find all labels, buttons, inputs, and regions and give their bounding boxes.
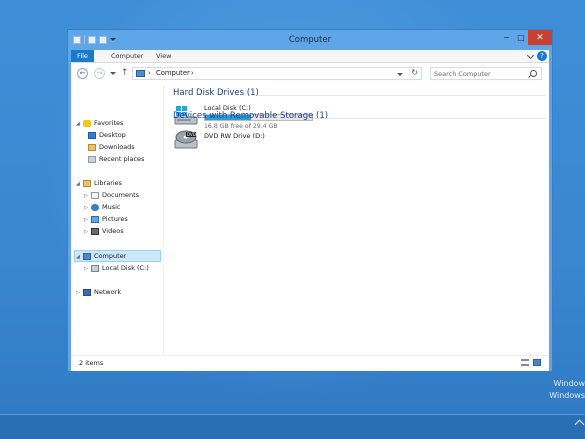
drive-name: DVD RW Drive (D:) (204, 132, 265, 140)
expanded-icon[interactable]: ◢ (76, 252, 83, 262)
address-dropdown-icon[interactable] (397, 73, 403, 76)
group-divider (313, 118, 545, 119)
network-icon (83, 288, 91, 296)
nav-item-recent-places[interactable]: Recent places (88, 154, 144, 164)
back-arrow-icon[interactable]: ← (77, 68, 88, 79)
ribbon: File Computer View ? (71, 50, 549, 63)
folder-icon (83, 179, 91, 187)
item-count: 2 items (79, 359, 104, 367)
collapsed-icon[interactable]: ▷ (84, 191, 91, 201)
explorer-body: ◢ Favorites Desktop Downloads Recent plac… (71, 85, 549, 355)
recent-places-icon (88, 155, 96, 163)
title-bar[interactable]: Computer − □ ✕ (68, 30, 552, 50)
status-bar: 2 items (71, 355, 549, 371)
desktop-icon (88, 131, 96, 139)
address-bar[interactable]: › Computer › ↻ (132, 67, 422, 80)
nav-network[interactable]: ▷ Network (76, 287, 121, 297)
nav-item-downloads[interactable]: Downloads (88, 142, 135, 152)
navigation-pane: ◢ Favorites Desktop Downloads Recent plac… (71, 85, 164, 355)
expand-ribbon-icon[interactable] (526, 51, 535, 60)
watermark-line-2: Windows (549, 391, 585, 400)
nav-item-music[interactable]: ▷ Music (84, 202, 121, 212)
videos-icon (91, 227, 99, 235)
nav-item-label: Music (102, 203, 121, 211)
nav-computer-label: Computer (94, 252, 127, 260)
star-icon (83, 119, 91, 127)
group-heading-hard-disks[interactable]: Hard Disk Drives (1) (173, 88, 259, 98)
search-icon[interactable] (530, 70, 537, 77)
breadcrumb-computer[interactable]: Computer (156, 69, 190, 77)
large-icons-view-icon[interactable] (533, 359, 541, 366)
maximize-button[interactable]: □ (514, 30, 528, 45)
breadcrumb-separator[interactable]: › (148, 69, 151, 77)
drive-dvd[interactable]: DVD DVD RW Drive (D:) (171, 126, 331, 156)
nav-favorites[interactable]: ◢ Favorites (76, 118, 123, 128)
search-input[interactable] (434, 69, 524, 79)
nav-item-label: Videos (102, 227, 124, 235)
collapsed-icon[interactable]: ▷ (84, 227, 91, 237)
close-button[interactable]: ✕ (528, 30, 552, 45)
window-title: Computer (288, 35, 332, 45)
nav-libraries-label: Libraries (94, 179, 123, 187)
dvd-drive-icon: DVD (174, 130, 198, 149)
expanded-icon[interactable]: ◢ (76, 119, 83, 129)
computer-icon (136, 70, 145, 77)
collapsed-icon[interactable]: ▷ (76, 288, 83, 298)
explorer-window: Computer − □ ✕ File Computer View ? ← → … (67, 29, 553, 372)
navigation-bar: ← → ↑ › Computer › ↻ (71, 63, 549, 85)
computer-icon (83, 252, 91, 260)
forward-arrow-icon[interactable]: → (94, 68, 105, 79)
nav-item-label: Desktop (99, 131, 126, 139)
taskbar[interactable] (0, 414, 585, 439)
content-pane: Hard Disk Drives (1) Local Disk (C:) 16.… (171, 85, 549, 355)
nav-item-label: Recent places (99, 155, 145, 163)
collapsed-icon[interactable]: ▷ (84, 215, 91, 225)
refresh-icon[interactable]: ↻ (411, 68, 418, 77)
group-heading-removable[interactable]: Devices with Removable Storage (1) (173, 111, 328, 121)
nav-item-videos[interactable]: ▷ Videos (84, 226, 124, 236)
nav-network-label: Network (94, 288, 122, 296)
nav-item-label: Documents (102, 191, 140, 199)
nav-item-pictures[interactable]: ▷ Pictures (84, 214, 128, 224)
help-icon[interactable]: ? (537, 51, 547, 61)
documents-icon (91, 191, 99, 199)
expanded-icon[interactable]: ◢ (76, 179, 83, 189)
pictures-icon (91, 215, 99, 223)
collapsed-icon[interactable]: ▷ (84, 264, 91, 274)
nav-item-label: Downloads (99, 143, 135, 151)
tray-chevron-icon[interactable] (574, 419, 585, 430)
nav-item-desktop[interactable]: Desktop (88, 130, 126, 140)
nav-libraries[interactable]: ◢ Libraries (76, 178, 122, 188)
nav-item-documents[interactable]: ▷ Documents (84, 190, 139, 200)
minimize-button[interactable]: − (499, 30, 514, 45)
nav-item-label: Pictures (102, 215, 128, 223)
nav-item-local-disk[interactable]: ▷ Local Disk (C:) (84, 263, 149, 273)
nav-favorites-label: Favorites (94, 119, 124, 127)
watermark-line-1: Window (553, 379, 585, 388)
up-arrow-icon[interactable]: ↑ (121, 68, 129, 79)
search-box[interactable] (430, 67, 542, 80)
downloads-icon (88, 143, 96, 151)
hard-drive-icon (91, 264, 99, 272)
dvd-logo-text: DVD (187, 132, 196, 137)
tab-file[interactable]: File (71, 50, 94, 62)
breadcrumb-separator[interactable]: › (191, 69, 194, 77)
group-divider (257, 95, 545, 96)
details-view-icon[interactable] (521, 359, 529, 366)
nav-item-label: Local Disk (C:) (102, 264, 149, 272)
recent-locations-icon[interactable] (110, 72, 116, 75)
collapsed-icon[interactable]: ▷ (84, 203, 91, 213)
tab-view[interactable]: View (149, 50, 178, 62)
music-icon (91, 203, 99, 211)
nav-computer[interactable]: ◢ Computer (76, 251, 126, 261)
tab-computer[interactable]: Computer (104, 50, 150, 62)
